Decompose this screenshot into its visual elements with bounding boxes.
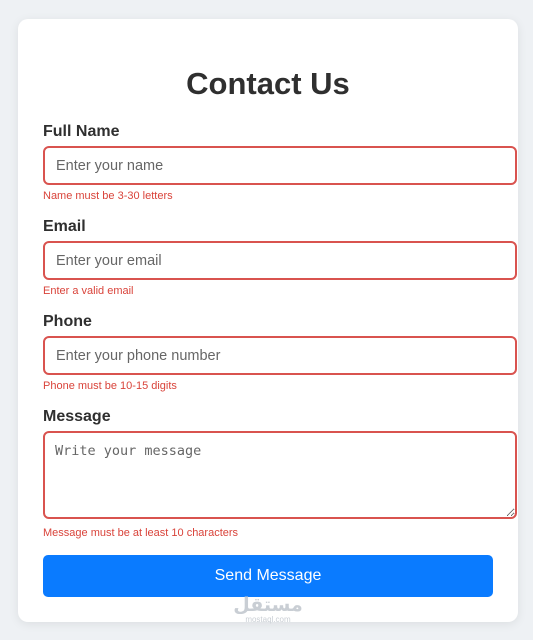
- email-input[interactable]: [43, 241, 517, 280]
- full-name-input[interactable]: [43, 146, 517, 185]
- form-title: Contact Us: [186, 66, 350, 101]
- message-textarea[interactable]: [43, 431, 517, 519]
- contact-form-card: Contact Us Full Name Name must be 3-30 l…: [18, 19, 518, 624]
- email-error: Enter a valid email: [43, 285, 134, 297]
- phone-error: Phone must be 10-15 digits: [43, 380, 177, 392]
- watermark: مستقل mostaql.com: [18, 594, 518, 624]
- message-error: Message must be at least 10 characters: [43, 527, 239, 539]
- email-label: Email: [43, 218, 86, 235]
- full-name-error: Name must be 3-30 letters: [43, 190, 173, 202]
- message-label: Message: [43, 408, 111, 425]
- phone-label: Phone: [43, 313, 92, 330]
- send-message-button[interactable]: Send Message: [43, 555, 493, 597]
- phone-input[interactable]: [43, 336, 517, 375]
- watermark-logo-text: مستقل: [233, 594, 303, 616]
- full-name-label: Full Name: [43, 123, 120, 140]
- watermark-domain: mostaql.com: [245, 615, 291, 624]
